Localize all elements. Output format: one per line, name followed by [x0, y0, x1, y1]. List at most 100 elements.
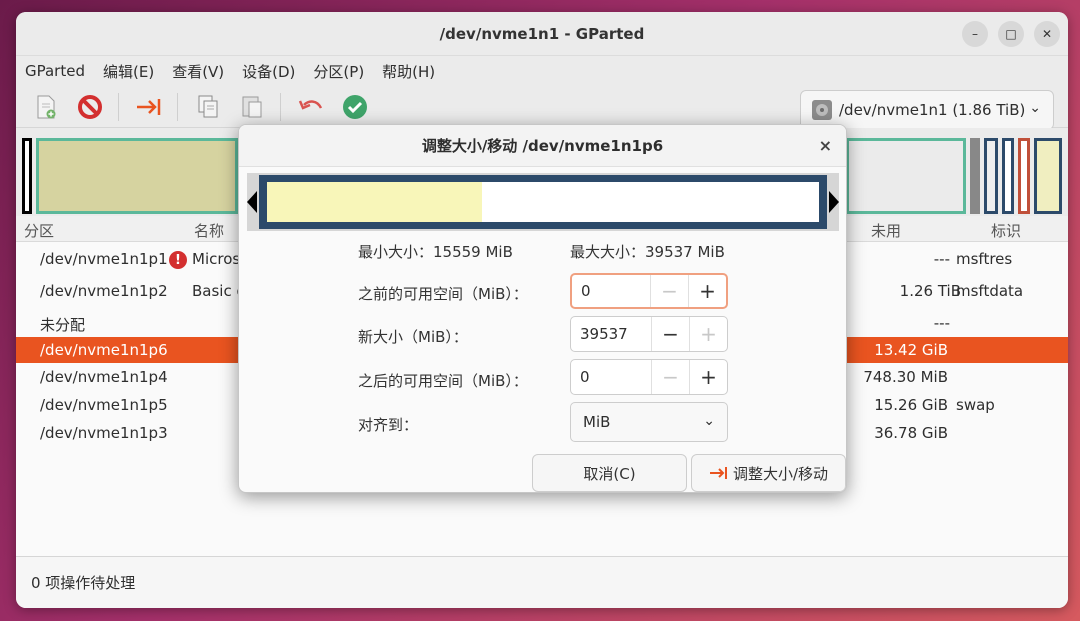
- partition-cell: /dev/nvme1n1p4: [40, 368, 168, 386]
- align-select[interactable]: MiB ⌄: [570, 402, 728, 442]
- menu-bar: GParted 编辑(E) 查看(V) 设备(D) 分区(P) 帮助(H): [16, 56, 1068, 86]
- partition-cell: /dev/nvme1n1p3: [40, 424, 168, 442]
- minimize-button[interactable]: –: [962, 21, 988, 47]
- partition-block-msftres[interactable]: [22, 138, 32, 214]
- unused-cell: 13.42 GiB: [874, 341, 948, 359]
- space-before-input[interactable]: 0: [572, 275, 650, 307]
- column-unused[interactable]: 未用: [871, 220, 901, 241]
- menu-help[interactable]: 帮助(H): [382, 61, 435, 82]
- chevron-down-icon: ⌄: [703, 413, 715, 429]
- title-bar: /dev/nvme1n1 - GParted – □ ✕: [16, 12, 1068, 56]
- cancel-label: 取消(C): [583, 464, 636, 483]
- partition-frame[interactable]: [259, 175, 827, 229]
- align-label: 对齐到：: [358, 416, 419, 434]
- column-partition[interactable]: 分区: [24, 220, 54, 241]
- dialog-title: 调整大小/移动 /dev/nvme1n1p6: [421, 137, 664, 155]
- partition-cell: /dev/nvme1n1p2: [40, 282, 168, 300]
- toolbar-separator: [280, 92, 281, 121]
- partition-area: [267, 182, 819, 222]
- new-size-label: 新大小（MiB）：: [358, 328, 468, 346]
- menu-partition[interactable]: 分区(P): [313, 61, 364, 82]
- name-cell: Micros: [192, 250, 241, 268]
- partition-block-p3c[interactable]: [1034, 138, 1062, 214]
- menu-gparted[interactable]: GParted: [25, 62, 85, 80]
- left-resize-handle-icon[interactable]: [247, 191, 257, 213]
- used-space-bar: [267, 182, 483, 222]
- undo-icon: [298, 99, 323, 110]
- dialog-close-button[interactable]: ×: [819, 136, 832, 155]
- resize-arrow-icon: [709, 467, 727, 479]
- column-flags[interactable]: 标识: [991, 220, 1021, 241]
- dialog-title-bar: 调整大小/移动 /dev/nvme1n1p6 ×: [239, 125, 846, 167]
- menu-view[interactable]: 查看(V): [172, 61, 224, 82]
- resize-move-confirm-button[interactable]: 调整大小/移动: [691, 454, 846, 492]
- unused-cell: 15.26 GiB: [874, 396, 948, 414]
- flags-cell: swap: [956, 396, 995, 414]
- chevron-down-icon: ⌄: [1029, 100, 1041, 116]
- partition-cell: /dev/nvme1n1p6: [40, 341, 168, 359]
- partition-resize-graphic[interactable]: [247, 173, 839, 231]
- align-value: MiB: [583, 413, 611, 431]
- paste-icon: [242, 96, 262, 117]
- partition-cell: /dev/nvme1n1p5: [40, 396, 168, 414]
- max-size-label: 最大大小：39537 MiB: [570, 243, 725, 261]
- space-after-input[interactable]: 0: [571, 360, 651, 394]
- space-after-spinner[interactable]: 0 − +: [570, 359, 728, 395]
- prohibited-icon: [78, 94, 102, 119]
- decrement-button[interactable]: −: [651, 317, 689, 351]
- min-size-label: 最小大小：15559 MiB: [358, 243, 513, 261]
- resize-move-label: 调整大小/移动: [732, 464, 829, 483]
- partition-block-basic-data[interactable]: [36, 138, 238, 214]
- right-resize-handle-icon[interactable]: [829, 191, 839, 213]
- delete-partition-button[interactable]: [74, 91, 106, 123]
- increment-button[interactable]: +: [688, 275, 726, 307]
- decrement-button[interactable]: −: [650, 275, 688, 307]
- toolbar: /dev/nvme1n1 (1.86 TiB) ⌄: [16, 86, 1068, 130]
- warning-icon: !: [169, 251, 187, 269]
- close-button[interactable]: ✕: [1034, 21, 1060, 47]
- status-text: 0 项操作待处理: [31, 574, 136, 592]
- space-before-spinner[interactable]: 0 − +: [570, 273, 728, 309]
- flags-cell: msftdata: [956, 282, 1024, 300]
- resize-move-dialog: 调整大小/移动 /dev/nvme1n1p6 × 最小大小：15559 MiB …: [238, 124, 847, 493]
- flags-cell: msftres: [956, 250, 1013, 268]
- window-title: /dev/nvme1n1 - GParted: [439, 24, 645, 43]
- maximize-button[interactable]: □: [998, 21, 1024, 47]
- partition-block-p4[interactable]: [970, 138, 980, 214]
- resize-arrow-icon: [137, 98, 161, 115]
- partition-block-p5[interactable]: [984, 138, 998, 214]
- new-size-input[interactable]: 39537: [571, 317, 651, 351]
- space-before-label: 之前的可用空间（MiB）：: [358, 285, 528, 303]
- partition-block-p3b[interactable]: [1018, 138, 1030, 214]
- resize-move-button[interactable]: [133, 91, 165, 123]
- toolbar-separator: [177, 92, 178, 121]
- checkmark-icon: [343, 94, 367, 119]
- unused-cell: ---: [933, 314, 950, 332]
- paste-button[interactable]: [236, 91, 268, 123]
- column-name[interactable]: 名称: [194, 220, 224, 241]
- unused-cell: ---: [933, 250, 950, 268]
- decrement-button[interactable]: −: [651, 360, 689, 394]
- new-document-icon: [37, 95, 56, 118]
- new-size-spinner[interactable]: 39537 − +: [570, 316, 728, 352]
- increment-button[interactable]: +: [689, 317, 727, 351]
- status-bar: 0 项操作待处理: [16, 556, 1068, 608]
- toolbar-separator: [118, 92, 119, 121]
- unused-cell: 748.30 MiB: [863, 368, 948, 386]
- new-partition-button[interactable]: [30, 91, 62, 123]
- space-after-label: 之后的可用空间（MiB）：: [358, 372, 528, 390]
- cancel-button[interactable]: 取消(C): [532, 454, 687, 492]
- undo-button[interactable]: [295, 91, 327, 123]
- copy-icon: [198, 95, 218, 117]
- menu-device[interactable]: 设备(D): [242, 61, 295, 82]
- partition-block-p3a[interactable]: [1002, 138, 1014, 214]
- apply-button[interactable]: [339, 91, 371, 123]
- copy-button[interactable]: [192, 91, 224, 123]
- increment-button[interactable]: +: [689, 360, 727, 394]
- unused-cell: 1.26 TiB: [899, 282, 961, 300]
- disk-icon: [812, 100, 832, 120]
- partition-block-right[interactable]: [846, 138, 966, 214]
- partition-cell: /dev/nvme1n1p1: [40, 250, 168, 268]
- menu-edit[interactable]: 编辑(E): [103, 61, 154, 82]
- unused-cell: 36.78 GiB: [874, 424, 948, 442]
